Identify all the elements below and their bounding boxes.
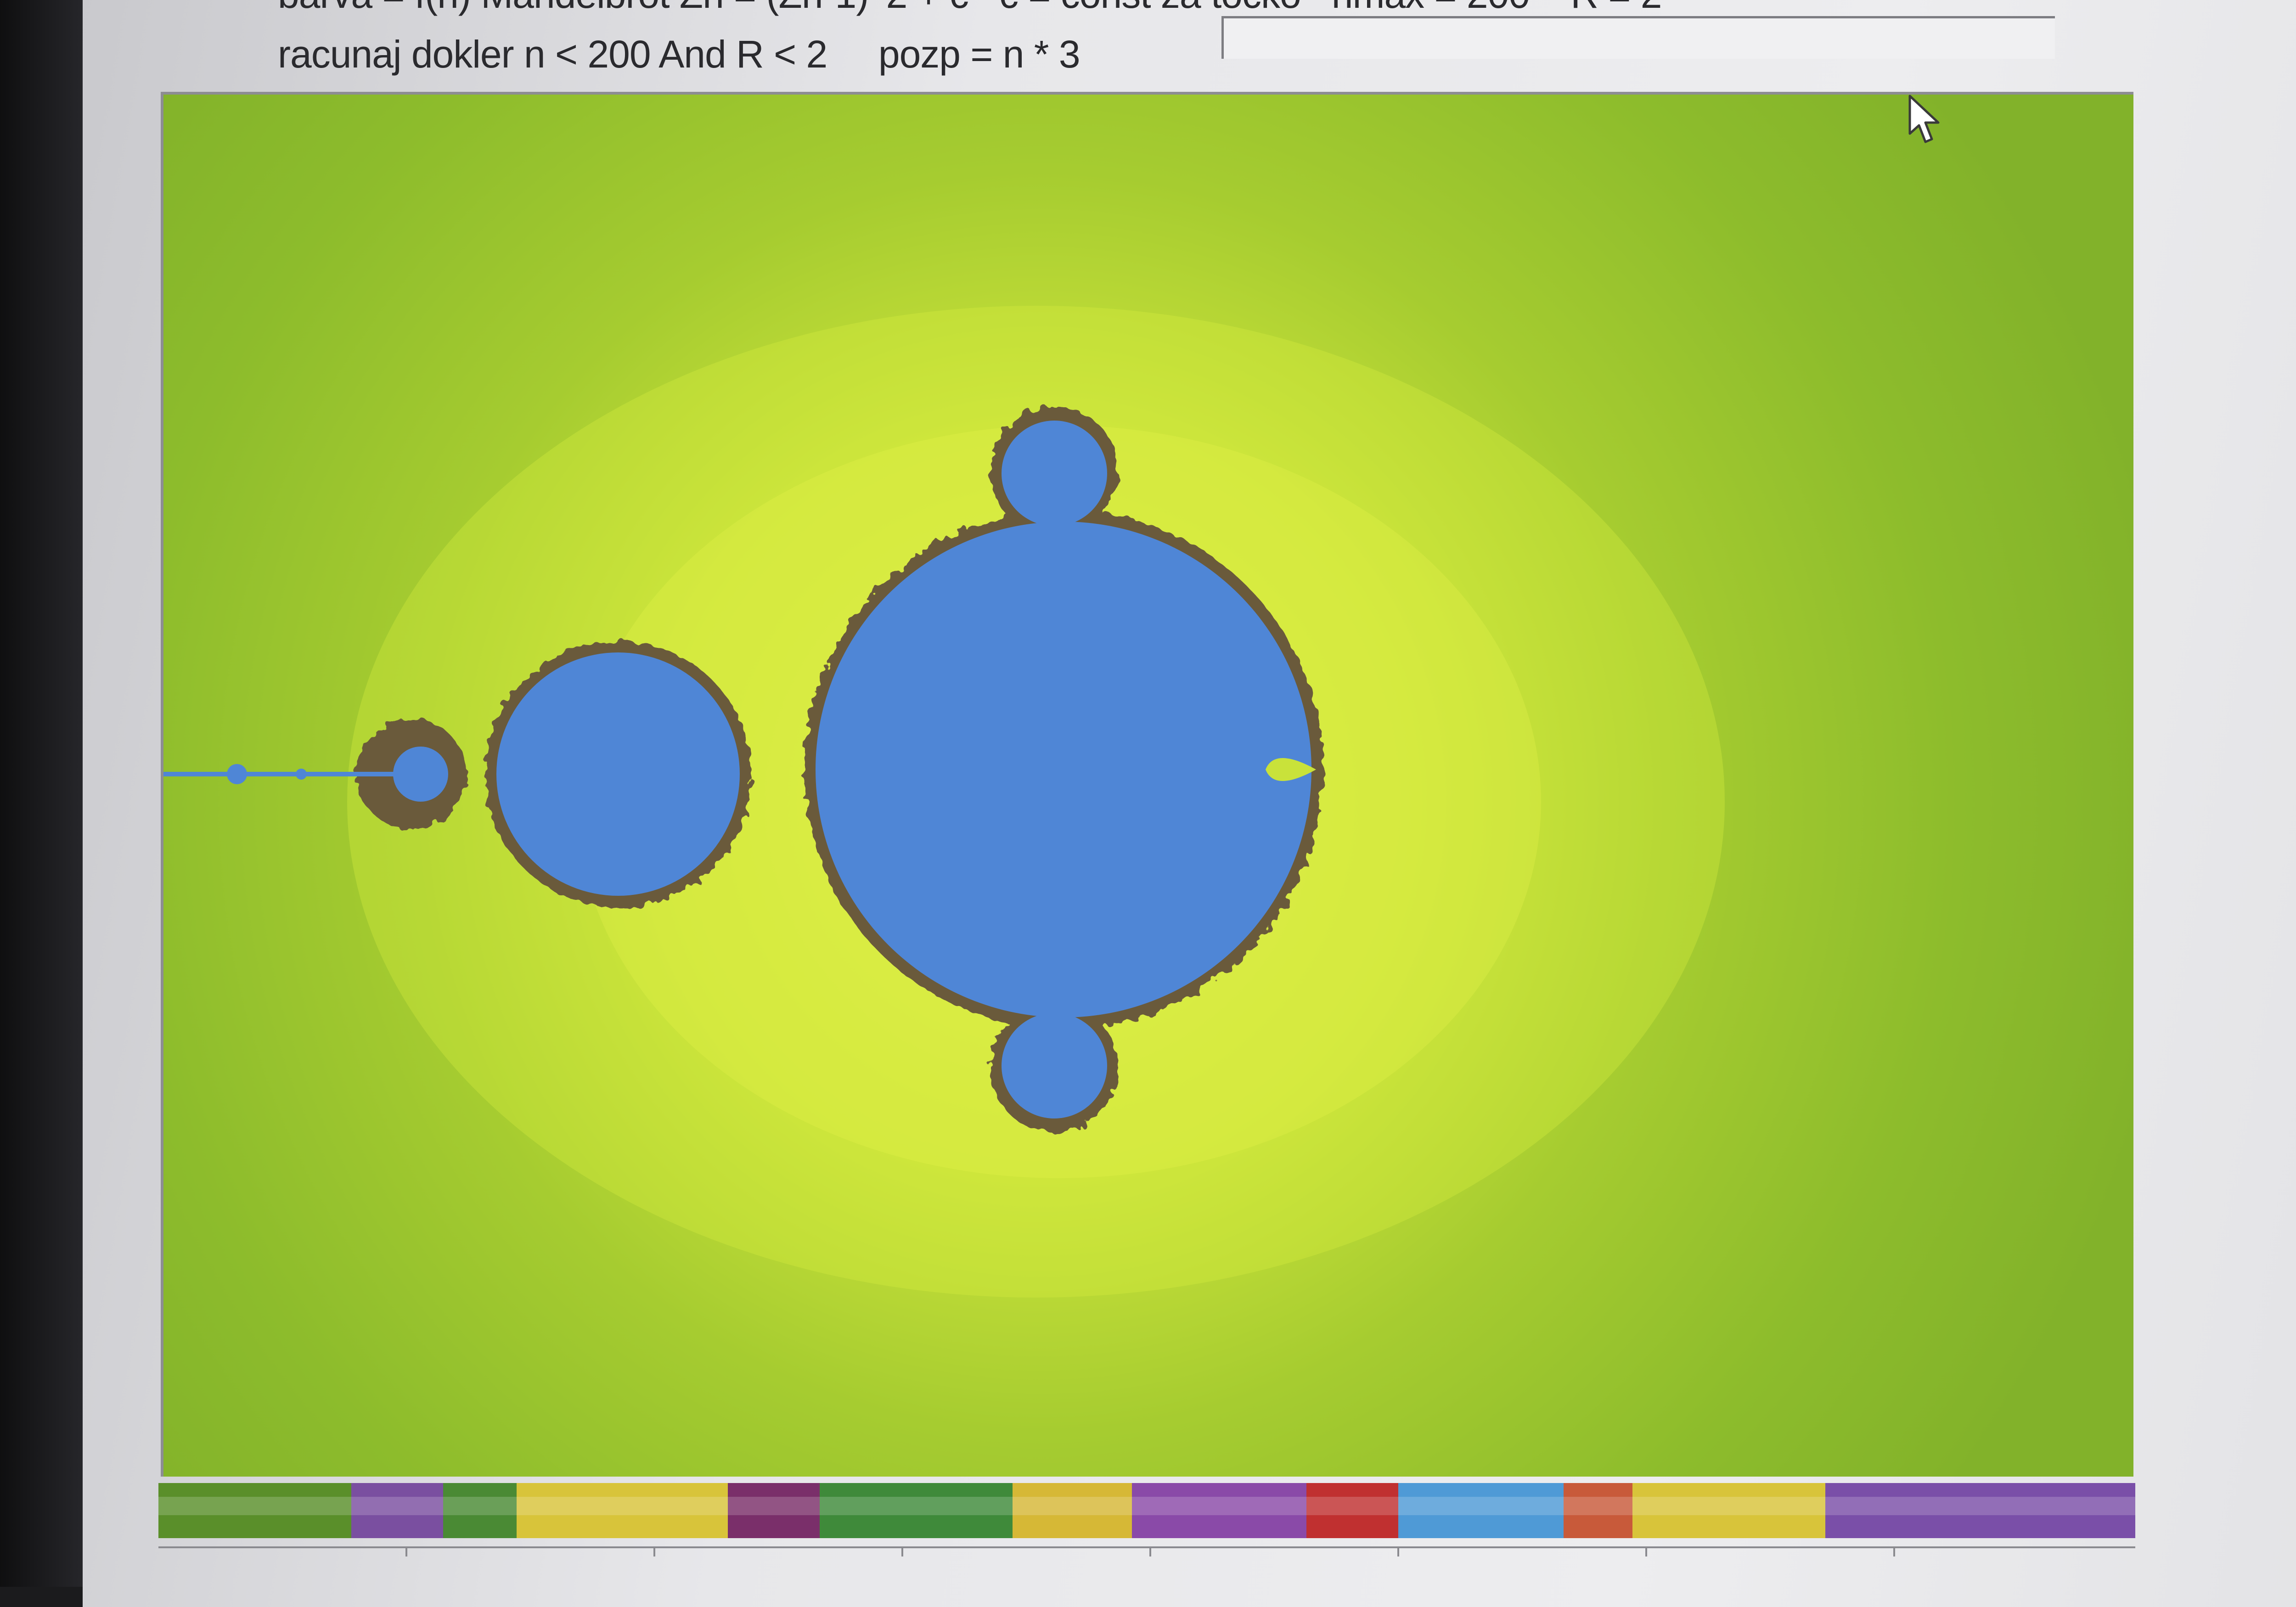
palette-band-highlight (1632, 1497, 1825, 1515)
formula-label: barva = f(n) Mandelbrot Zn = (Zn-1)^2 + … (278, 0, 1662, 17)
palette-band-highlight (1013, 1497, 1132, 1515)
scale-ruler (158, 1546, 2135, 1556)
mouse-pointer-icon (1908, 95, 1940, 143)
application-window: barva = f(n) Mandelbrot Zn = (Zn-1)^2 + … (83, 0, 2296, 1607)
palette-bands (158, 1483, 2135, 1538)
mandelbrot-render (163, 95, 2133, 1477)
fractal-canvas[interactable] (161, 92, 2133, 1477)
palette-band-highlight (1132, 1497, 1306, 1515)
palette-band-highlight (351, 1497, 443, 1515)
color-palette-strip[interactable] (158, 1483, 2135, 1538)
parameter-input[interactable] (1221, 16, 2055, 59)
palette-band-highlight (1825, 1497, 2135, 1515)
condition-label: racunaj dokler n < 200 And R < 2 pozp = … (278, 33, 1080, 76)
palette-band-highlight (1564, 1497, 1632, 1515)
palette-band-highlight (443, 1497, 517, 1515)
palette-band-highlight (517, 1497, 728, 1515)
corner-value-label: 12 (1998, 0, 2034, 5)
palette-band-highlight (1398, 1497, 1564, 1515)
header-panel: barva = f(n) Mandelbrot Zn = (Zn-1)^2 + … (188, 0, 2055, 83)
palette-band-highlight (158, 1497, 351, 1515)
palette-band-highlight (1306, 1497, 1398, 1515)
palette-band-highlight (820, 1497, 1013, 1515)
palette-band-highlight (728, 1497, 820, 1515)
